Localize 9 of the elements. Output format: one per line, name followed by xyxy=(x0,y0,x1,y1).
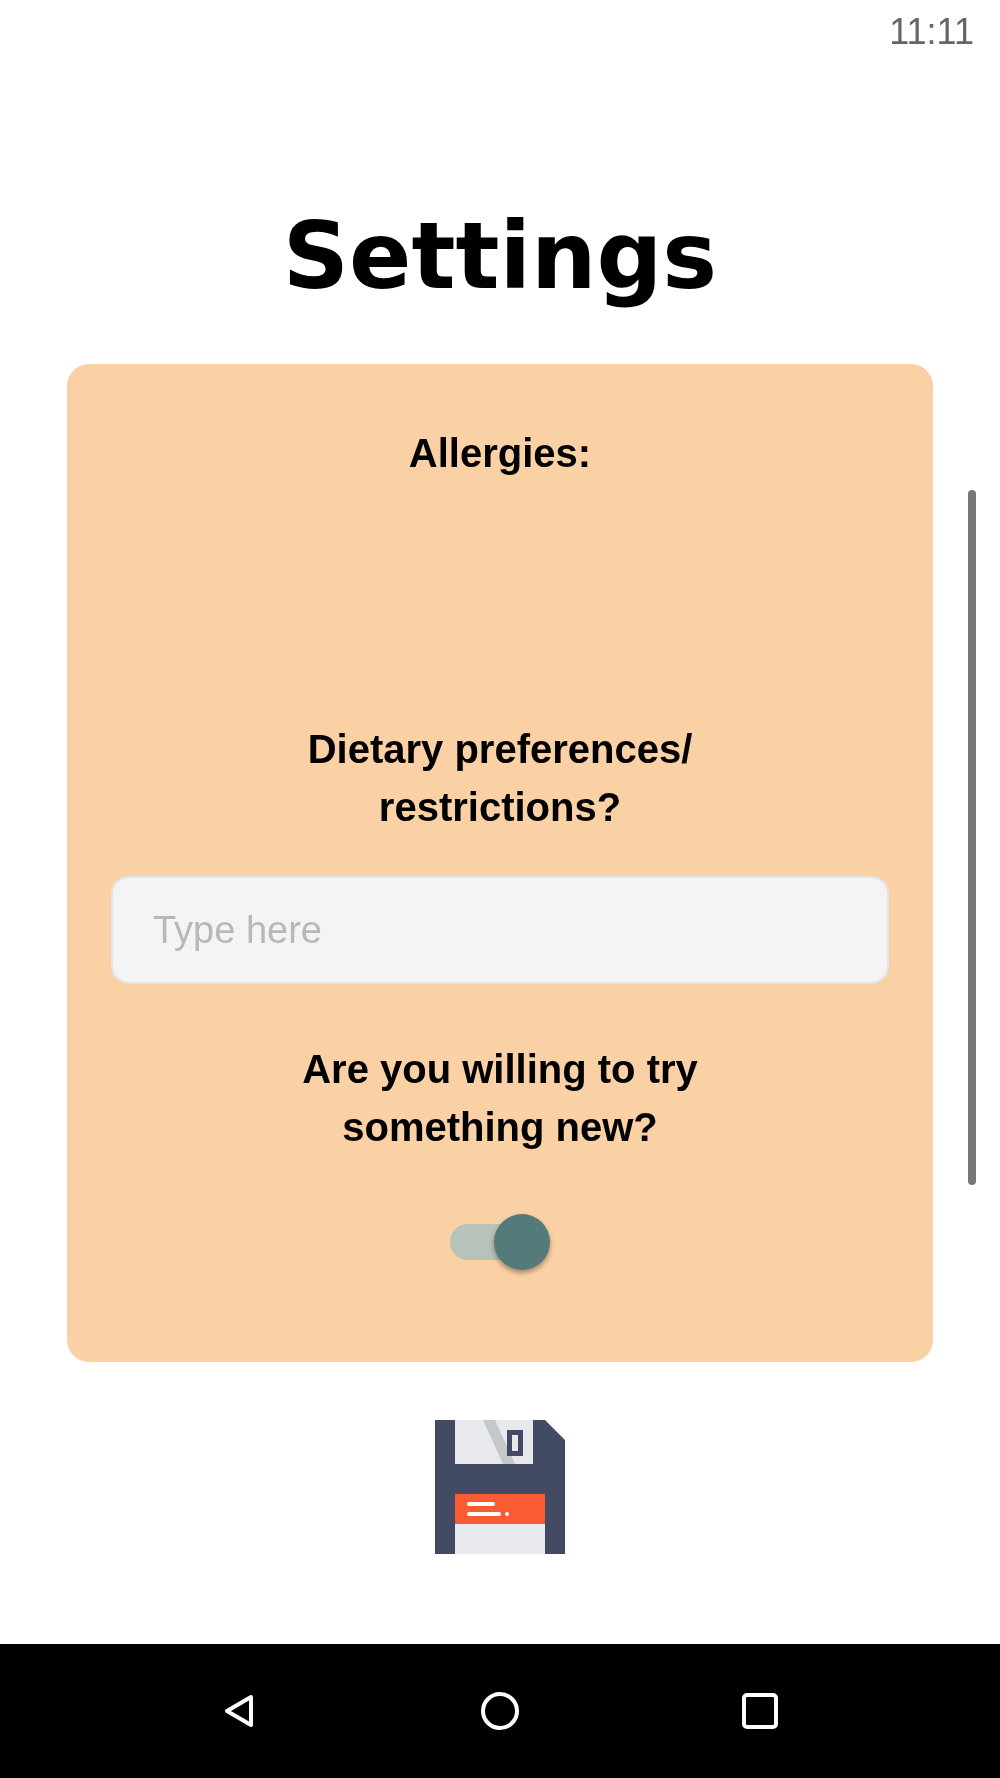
status-time: 11:11 xyxy=(889,11,974,53)
save-icon[interactable] xyxy=(435,1420,565,1554)
input-field[interactable]: Type here xyxy=(111,876,889,984)
toggle-switch[interactable] xyxy=(450,1214,550,1270)
question-label: Allergies: xyxy=(408,430,592,477)
question-label: Dietary preferences/ restrictions? xyxy=(307,726,693,831)
question-label: Are you willing to try something new? xyxy=(302,1046,698,1151)
home-icon[interactable] xyxy=(478,1689,522,1733)
page-title: Settings xyxy=(281,202,719,312)
